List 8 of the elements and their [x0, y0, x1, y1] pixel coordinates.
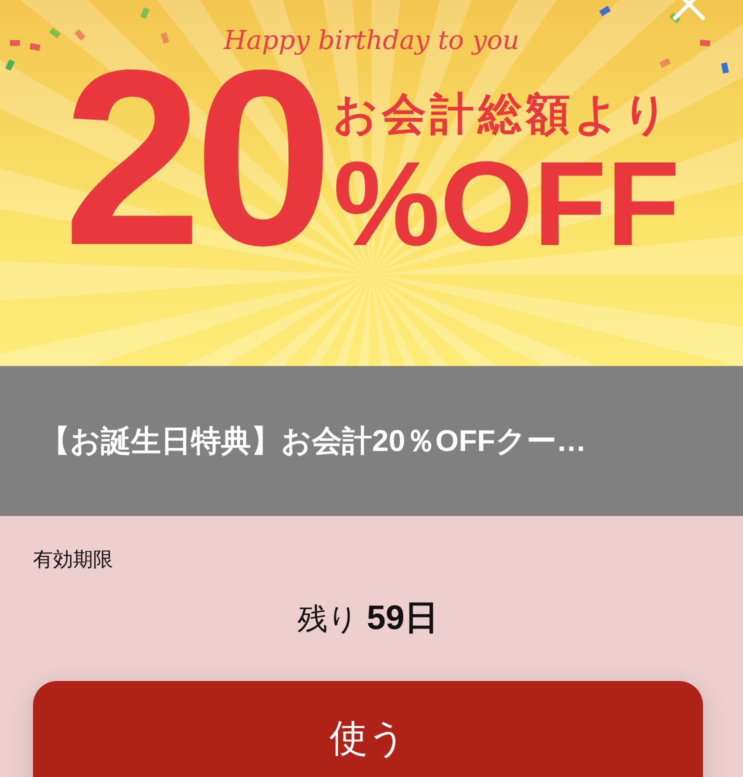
discount-label: %OFF	[333, 150, 680, 258]
banner-subtitle: お会計総額より	[333, 89, 672, 141]
expiry-label: 有効期限	[33, 548, 114, 573]
tagline: Happy birthday to you	[224, 26, 520, 56]
discount-number: 20	[63, 58, 326, 258]
use-button[interactable]: 使う	[33, 681, 703, 777]
coupon-title: 【お誕生日特典】お会計20％OFFクー…	[40, 424, 586, 460]
remaining-days: 残り 59日	[297, 595, 439, 641]
